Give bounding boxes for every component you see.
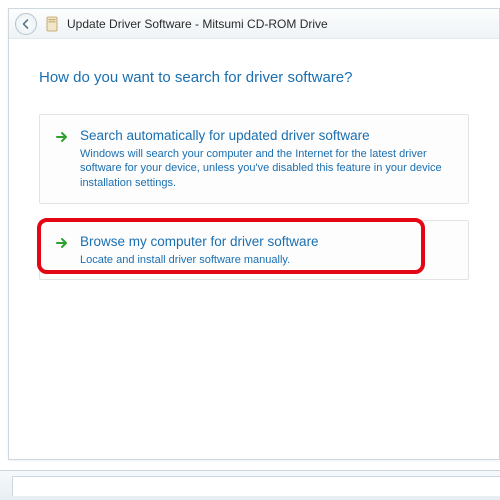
- option-body: Browse my computer for driver software L…: [80, 233, 456, 267]
- window-fragment: [12, 476, 500, 496]
- titlebar: Update Driver Software - Mitsumi CD-ROM …: [9, 9, 499, 39]
- page-heading: How do you want to search for driver sof…: [39, 69, 469, 86]
- wizard-window: Update Driver Software - Mitsumi CD-ROM …: [8, 8, 500, 460]
- window-title: Update Driver Software - Mitsumi CD-ROM …: [67, 17, 328, 31]
- option-description: Locate and install driver software manua…: [80, 253, 456, 268]
- option-title: Browse my computer for driver software: [80, 233, 456, 251]
- taskbar-fragment: [0, 470, 500, 500]
- option-title: Search automatically for updated driver …: [80, 127, 456, 145]
- device-icon: [45, 16, 59, 32]
- option-body: Search automatically for updated driver …: [80, 127, 456, 191]
- back-button[interactable]: [15, 13, 37, 35]
- option-search-automatically[interactable]: Search automatically for updated driver …: [39, 114, 469, 204]
- arrow-right-icon: [54, 235, 70, 251]
- option-browse-computer[interactable]: Browse my computer for driver software L…: [39, 220, 469, 280]
- arrow-left-icon: [20, 18, 32, 30]
- content-area: How do you want to search for driver sof…: [9, 39, 499, 316]
- arrow-right-icon: [54, 129, 70, 145]
- option-description: Windows will search your computer and th…: [80, 147, 456, 192]
